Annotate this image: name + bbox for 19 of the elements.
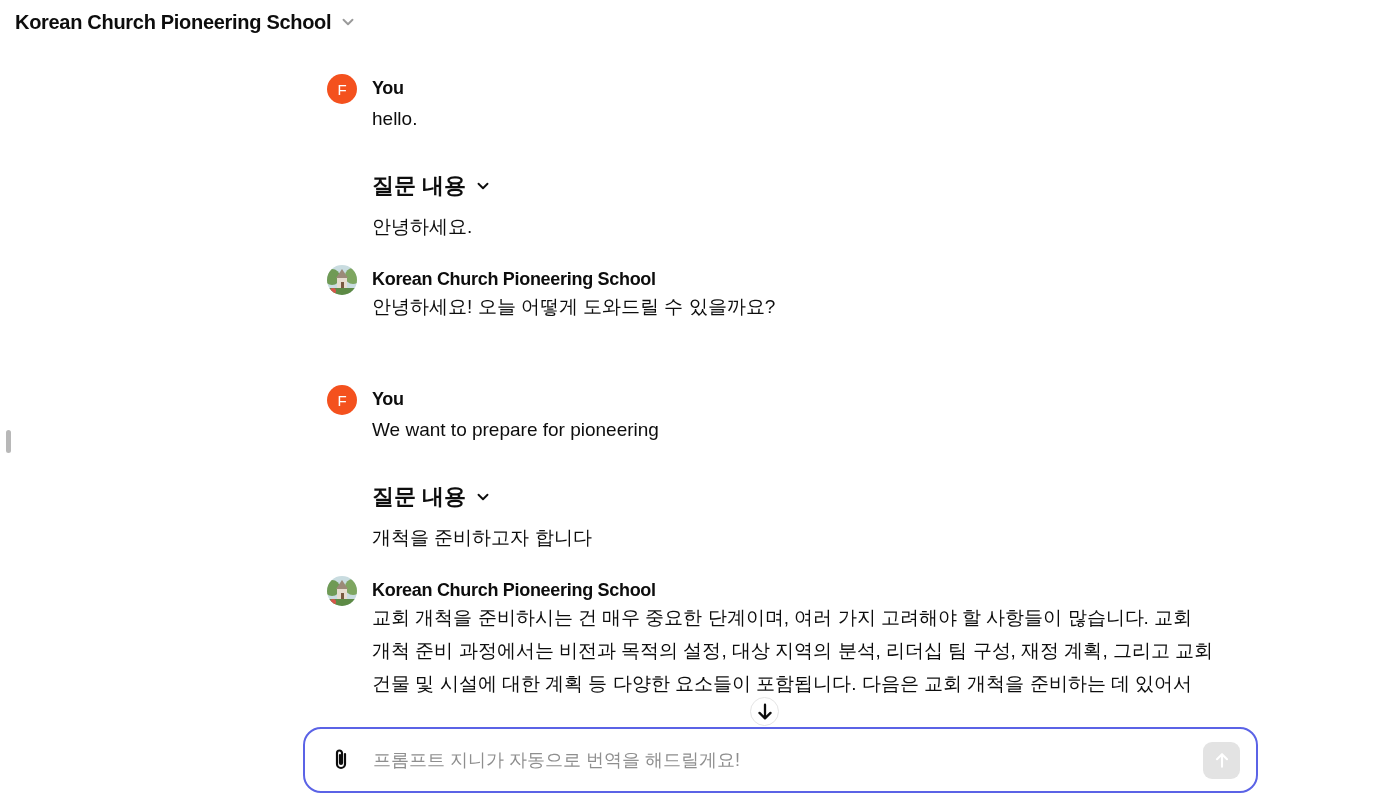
translation-heading[interactable]: 질문 내용 (372, 482, 467, 512)
message-text: We want to prepare for pioneering (372, 418, 659, 442)
message-text: 교회 개척을 준비하시는 건 매우 중요한 단계이며, 여러 가지 고려해야 할 사항들이 많습니다. 교회 개척 준비 과정에서는 비전과 목적의 설정, 대상 지역의 분석, 리더십 팀 구성, 재정 계획, 그리고 교회 건물 및 시설에 대한 계획 등 다양한 요소들이 포함됩니다. 다음은 교회 개척을 준비하는 데 있어서 (372, 606, 1215, 696)
translation-text: 안녕하세요. (372, 215, 474, 239)
user-avatar: F (327, 385, 357, 415)
message-text: 안녕하세요! 오늘 어떻게 도와드릴 수 있을까요? (372, 295, 777, 319)
author-name: You (372, 78, 405, 99)
author-name: Korean Church Pioneering School (372, 269, 657, 290)
message-text: hello. (372, 107, 418, 131)
chat-title[interactable]: Korean Church Pioneering School (15, 10, 332, 34)
sidebar-handle[interactable] (6, 430, 11, 453)
user-avatar: F (327, 74, 357, 104)
prompt-input[interactable]: 프롬프트 지니가 자동으로 번역을 해드릴게요! (371, 748, 1185, 772)
author-name: Korean Church Pioneering School (372, 580, 657, 601)
author-name: You (372, 389, 405, 410)
translation-heading[interactable]: 질문 내용 (372, 171, 467, 201)
translation-text: 개척을 준비하고자 합니다 (372, 526, 593, 550)
scroll-down-button[interactable] (750, 697, 779, 726)
prompt-field[interactable]: 프롬프트 지니가 자동으로 번역을 해드릴게요! (303, 727, 1258, 793)
